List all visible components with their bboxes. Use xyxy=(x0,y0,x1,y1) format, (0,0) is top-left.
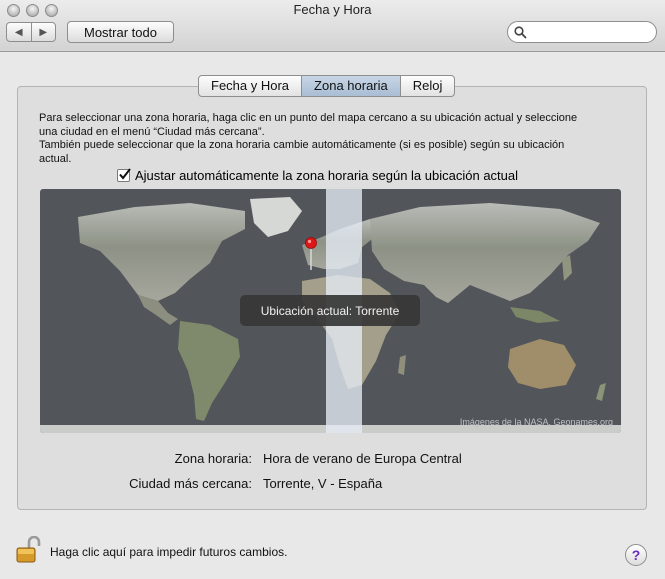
magnifier-icon xyxy=(514,25,527,39)
auto-timezone-checkbox[interactable] xyxy=(117,168,131,182)
padlock-open-icon[interactable] xyxy=(15,536,41,564)
nearest-city-value[interactable]: Torrente, V - España xyxy=(263,476,382,491)
chevron-right-icon: ▶ xyxy=(39,26,48,38)
lock-message[interactable]: Haga clic aquí para impedir futuros camb… xyxy=(50,545,287,559)
timezone-label: Zona horaria: xyxy=(174,451,252,466)
instructions-line: actual. xyxy=(39,152,72,165)
search-input[interactable] xyxy=(531,25,651,39)
current-location-tooltip: Ubicación actual: Torrente xyxy=(240,295,420,326)
nearest-city-label: Ciudad más cercana: xyxy=(129,476,252,491)
auto-timezone-label: Ajustar automáticamente la zona horaria … xyxy=(135,168,519,183)
checkmark-icon xyxy=(119,168,131,180)
world-timezone-map[interactable]: Ubicación actual: Torrente Imágenes de l… xyxy=(40,189,621,433)
instructions-line: Para seleccionar una zona horaria, haga … xyxy=(39,112,578,124)
show-all-button[interactable]: Mostrar todo xyxy=(67,21,174,43)
window-title: Fecha y Hora xyxy=(293,2,372,17)
map-pin-icon[interactable] xyxy=(305,237,317,271)
tab-reloj[interactable]: Reloj xyxy=(399,76,455,96)
search-field[interactable] xyxy=(507,21,657,43)
instructions-text: Para seleccionar una zona horaria, haga … xyxy=(39,112,629,166)
window-titlebar: Fecha y Hora ◀ ▶ Mostrar todo xyxy=(0,0,665,52)
timezone-value[interactable]: Hora de verano de Europa Central xyxy=(263,451,462,466)
forward-button[interactable]: ▶ xyxy=(30,23,56,41)
tab-bar: Fecha y Hora Zona horaria Reloj xyxy=(198,75,456,97)
help-button[interactable]: ? xyxy=(625,544,647,566)
map-credit: Imágenes de la NASA, Geonames.org xyxy=(459,417,613,427)
auto-timezone-row[interactable]: Ajustar automáticamente la zona horaria … xyxy=(117,168,518,183)
back-forward-control: ◀ ▶ xyxy=(6,22,56,42)
back-button[interactable]: ◀ xyxy=(7,23,31,41)
instructions-line: una ciudad en el menú “Ciudad más cercan… xyxy=(39,125,265,138)
chevron-left-icon: ◀ xyxy=(14,26,23,38)
tab-fecha-y-hora[interactable]: Fecha y Hora xyxy=(199,76,301,96)
instructions-line: También puede seleccionar que la zona ho… xyxy=(39,139,565,151)
tab-zona-horaria[interactable]: Zona horaria xyxy=(301,76,400,96)
